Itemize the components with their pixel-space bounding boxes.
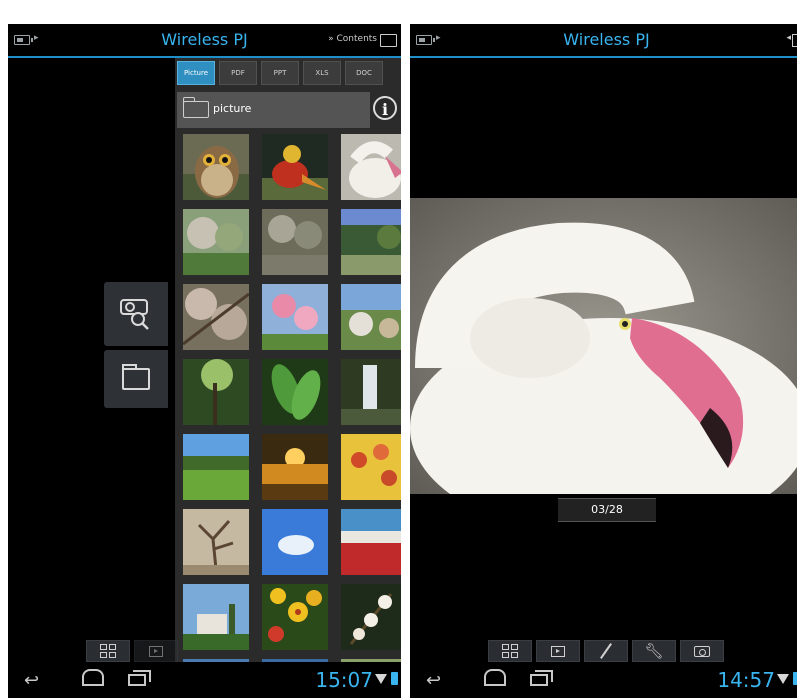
thumbnail-villa[interactable] [183, 584, 249, 650]
contents-link[interactable]: » Contents [328, 34, 377, 44]
thumbnail-pheasant[interactable] [262, 134, 328, 200]
camera-button[interactable] [680, 640, 724, 662]
wrench-icon: 🔧︎ [644, 642, 664, 660]
title-bar: ▸ Wireless PJ » Contents [8, 24, 401, 58]
contents-arrow-icon[interactable]: ◂ [786, 33, 791, 43]
thumbnail-red-flowers[interactable] [341, 509, 401, 575]
pen-icon [600, 643, 612, 659]
thumbnail-yellow-blossoms[interactable] [341, 434, 401, 500]
recent-apps-icon[interactable] [128, 670, 151, 686]
settings-button[interactable]: 🔧︎ [632, 640, 676, 662]
status-clock: 14:57 [717, 668, 775, 692]
thumbnail-sunset-clouds[interactable] [262, 434, 328, 500]
file-browser-panel: Picture PDF PPT XLS DOC picture i [175, 58, 401, 670]
search-projector-button[interactable] [104, 282, 168, 346]
thumbnail-white-blossoms[interactable] [341, 584, 401, 650]
camera-icon [694, 645, 710, 657]
right-bottom-toolbar: 🔧︎ [488, 640, 724, 662]
left-phone-screen: ▸ Wireless PJ » Contents Picture PDF PPT… [8, 24, 401, 698]
system-nav-bar: ↩ 14:57 [410, 662, 797, 698]
wifi-icon [777, 674, 789, 684]
tab-doc[interactable]: DOC [345, 61, 383, 85]
projector-search-icon [120, 299, 149, 330]
folder-name: picture [213, 102, 252, 115]
thumbnail-green-leaves[interactable] [262, 359, 328, 425]
battery-icon [391, 672, 398, 685]
open-folder-button[interactable] [104, 350, 168, 408]
thumbnail-blossom-valley[interactable] [341, 284, 401, 350]
home-icon[interactable] [484, 669, 506, 686]
app-title: Wireless PJ [563, 30, 650, 49]
thumbnail-blue-sky[interactable] [262, 509, 328, 575]
wifi-icon [375, 674, 387, 684]
contents-folder-icon[interactable] [380, 34, 397, 47]
recent-apps-icon[interactable] [530, 670, 553, 686]
contents-folder-icon[interactable] [792, 34, 797, 47]
right-phone-screen: ▸ Wireless PJ ◂ 03/28 🔧︎ ↩ 14:57 [410, 24, 797, 698]
thumbnail-waterfall[interactable] [341, 359, 401, 425]
thumbnail-view-button[interactable] [86, 640, 130, 662]
slideshow-button[interactable] [134, 640, 178, 662]
slideshow-button[interactable] [536, 640, 580, 662]
thumbnail-bare-tree[interactable] [183, 509, 249, 575]
thumbnail-garden-stream[interactable] [341, 209, 401, 275]
file-type-tabs: Picture PDF PPT XLS DOC [177, 61, 383, 85]
left-bottom-toolbar [86, 640, 178, 662]
battery-icon [793, 672, 797, 685]
thumbnail-view-button[interactable] [488, 640, 532, 662]
system-nav-bar: ↩ 15:07 [8, 662, 401, 698]
back-icon[interactable]: ↩ [426, 670, 441, 691]
tab-ppt[interactable]: PPT [261, 61, 299, 85]
play-icon [149, 645, 163, 657]
title-bar: ▸ Wireless PJ ◂ [410, 24, 797, 58]
pen-annotate-button[interactable] [584, 640, 628, 662]
current-folder-bar[interactable]: picture [177, 92, 370, 128]
home-icon[interactable] [82, 669, 104, 686]
thumbnail-owl[interactable] [183, 134, 249, 200]
thumbnail-flamingo[interactable] [341, 134, 401, 200]
thumbnail-garden-trees[interactable] [183, 209, 249, 275]
thumbnail-yellow-flowers[interactable] [262, 584, 328, 650]
grid-icon [502, 644, 518, 658]
status-clock: 15:07 [315, 668, 373, 692]
play-icon [551, 645, 565, 657]
info-icon[interactable]: i [373, 96, 397, 120]
thumbnail-meadow[interactable] [183, 434, 249, 500]
image-preview-flamingo[interactable] [410, 198, 797, 494]
back-icon[interactable]: ↩ [24, 670, 39, 691]
folder-icon [183, 97, 209, 118]
page-counter: 03/28 [558, 498, 656, 522]
thumbnail-pink-blossoms[interactable] [262, 284, 328, 350]
thumbnail-cherry-blossom-branches[interactable] [183, 284, 249, 350]
grid-icon [100, 644, 116, 658]
folder-icon [122, 364, 150, 390]
thumbnail-waterfall-rocks[interactable] [262, 209, 328, 275]
tab-pdf[interactable]: PDF [219, 61, 257, 85]
tab-xls[interactable]: XLS [303, 61, 341, 85]
tab-picture[interactable]: Picture [177, 61, 215, 85]
thumbnail-forest-trees[interactable] [183, 359, 249, 425]
